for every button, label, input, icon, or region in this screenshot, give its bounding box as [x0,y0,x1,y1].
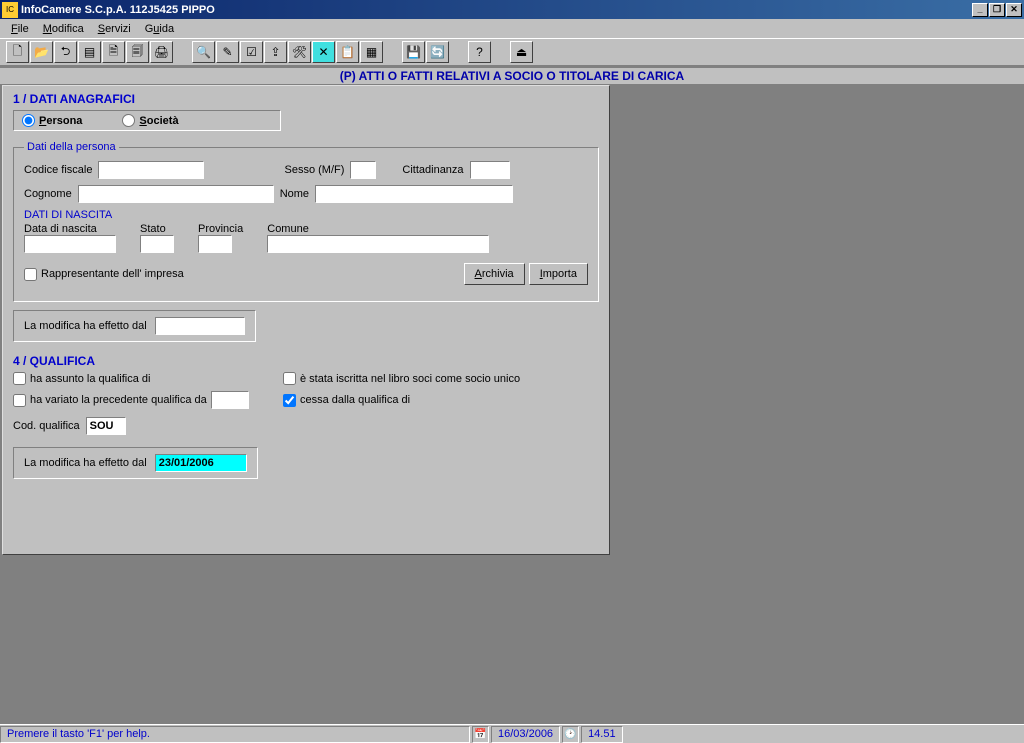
section1-header: 1 / DATI ANAGRAFICI [13,92,599,106]
effetto4-label: La modifica ha effetto dal [24,457,147,469]
tipo-radio-group: Persona Società [13,110,281,131]
menu-file[interactable]: File [4,21,36,37]
effetto1-label: La modifica ha effetto dal [24,320,147,332]
nome-input[interactable] [315,185,513,203]
tb-edit-icon[interactable]: ✎ [216,41,239,63]
menubar: File Modifica Servizi Guida [0,19,1024,38]
comune-label: Comune [267,223,489,235]
codice-fiscale-input[interactable] [98,161,204,179]
cittadinanza-input[interactable] [470,161,510,179]
tb-save-icon[interactable]: 💾 [402,41,425,63]
rappresentante-label: Rappresentante dell' impresa [41,268,184,280]
effetto4-input[interactable] [155,454,247,472]
tb-open-icon[interactable]: 📂 [30,41,53,63]
tb-tool-icon[interactable]: 🛠 [288,41,311,63]
codice-fiscale-label: Codice fiscale [24,164,92,176]
toolbar: 🗋 📂 ⮌ ▤ 🗎 🗐 🖨 🔍 ✎ ☑ ⇪ 🛠 ✕ 📋 ▦ 💾 🔄 ? ⏏ [0,38,1024,66]
tb-upload-icon[interactable]: ⇪ [264,41,287,63]
provincia-label: Provincia [198,223,243,235]
chk-iscritta[interactable]: è stata iscritta nel libro soci come soc… [283,372,583,385]
cod-qualifica-label: Cod. qualifica [13,420,80,432]
tb-back-icon[interactable]: ⮌ [54,41,77,63]
tb-delete-icon[interactable]: ✕ [312,41,335,63]
sesso-label: Sesso (M/F) [284,164,344,176]
chk-assunto[interactable]: ha assunto la qualifica di [13,372,283,385]
cittadinanza-label: Cittadinanza [402,164,463,176]
tb-paste-icon[interactable]: 📋 [336,41,359,63]
tb-refresh-icon[interactable]: 🔄 [426,41,449,63]
minimize-button[interactable]: _ [972,3,988,17]
tb-new-icon[interactable]: 🗋 [6,41,29,63]
rappresentante-checkbox[interactable]: Rappresentante dell' impresa [24,268,184,281]
menu-servizi[interactable]: Servizi [91,21,138,37]
provincia-input[interactable] [198,235,232,253]
status-time: 14.51 [581,726,623,743]
stato-input[interactable] [140,235,174,253]
effetto1-input[interactable] [155,317,245,335]
cod-qualifica-input[interactable] [86,417,126,435]
section4-header: 4 / QUALIFICA [13,354,599,368]
effetto1-box: La modifica ha effetto dal [13,310,256,342]
maximize-button[interactable]: ❐ [989,3,1005,17]
tb-print-icon[interactable]: 🖨 [150,41,173,63]
data-nascita-input[interactable] [24,235,116,253]
menu-guida[interactable]: Guida [138,21,181,37]
cognome-label: Cognome [24,188,72,200]
status-help: Premere il tasto 'F1' per help. [0,726,470,743]
tb-grid-icon[interactable]: ▦ [360,41,383,63]
close-button[interactable]: ✕ [1006,3,1022,17]
chk-variato[interactable]: ha variato la precedente qualifica da [13,394,207,407]
tb-help-icon[interactable]: ? [468,41,491,63]
page-banner: (P) ATTI O FATTI RELATIVI A SOCIO O TITO… [0,66,1024,84]
cognome-input[interactable] [78,185,274,203]
tb-doc-icon[interactable]: 🗎 [102,41,125,63]
tb-exit-icon[interactable]: ⏏ [510,41,533,63]
tb-copy-icon[interactable]: 🗐 [126,41,149,63]
dati-nascita-header: DATI DI NASCITA [24,209,588,221]
archivia-button[interactable]: Archivia [464,263,525,285]
comune-input[interactable] [267,235,489,253]
menu-modifica[interactable]: Modifica [36,21,91,37]
window-title: InfoCamere S.C.p.A. 112J5425 PIPPO [21,4,972,16]
workspace: 1 / DATI ANAGRAFICI Persona Società Dati… [0,85,1024,724]
stato-label: Stato [140,223,174,235]
prev-qualifica-input[interactable] [211,391,249,409]
radio-societa[interactable]: Società [122,114,178,127]
nome-label: Nome [280,188,309,200]
radio-persona[interactable]: Persona [22,114,82,127]
tb-list-icon[interactable]: ▤ [78,41,101,63]
app-icon: IC [2,2,18,18]
calendar-icon: 📅 [472,726,489,743]
tb-find-icon[interactable]: 🔍 [192,41,215,63]
form-panel: 1 / DATI ANAGRAFICI Persona Società Dati… [2,85,610,555]
tb-checklist-icon[interactable]: ☑ [240,41,263,63]
dati-persona-legend: Dati della persona [24,141,119,153]
sesso-input[interactable] [350,161,376,179]
importa-button[interactable]: Importa [529,263,588,285]
statusbar: Premere il tasto 'F1' per help. 📅 16/03/… [0,724,1024,743]
dati-persona-fieldset: Dati della persona Codice fiscale Sesso … [13,141,599,302]
status-date: 16/03/2006 [491,726,560,743]
data-nascita-label: Data di nascita [24,223,116,235]
effetto4-box: La modifica ha effetto dal [13,447,258,479]
chk-cessa[interactable]: cessa dalla qualifica di [283,394,583,407]
clock-icon: 🕑 [562,726,579,743]
window-titlebar: IC InfoCamere S.C.p.A. 112J5425 PIPPO _ … [0,0,1024,19]
